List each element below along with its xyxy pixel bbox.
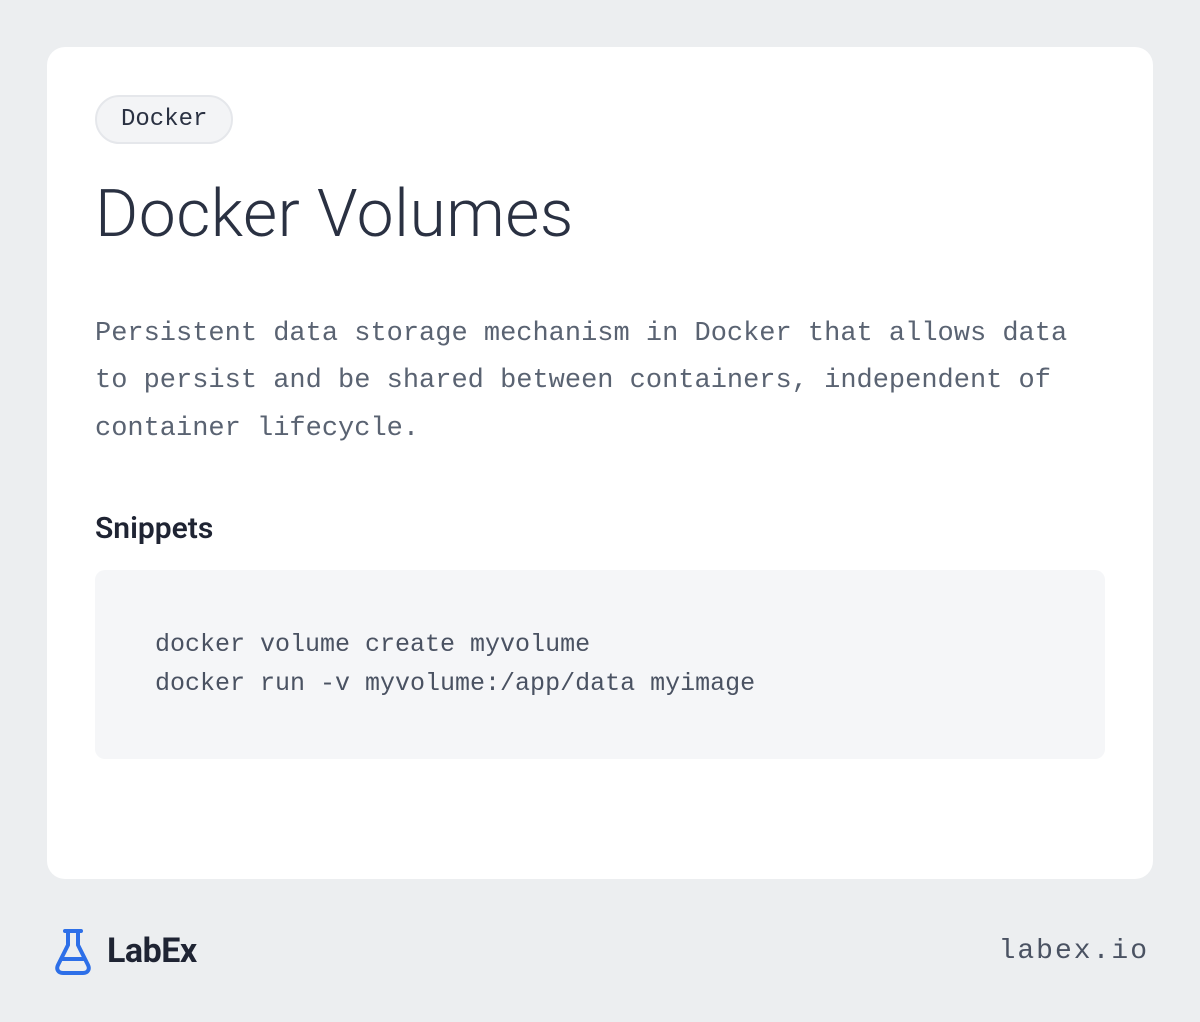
- snippets-heading: Snippets: [95, 511, 1105, 546]
- description-text: Persistent data storage mechanism in Doc…: [95, 311, 1105, 453]
- category-tag: Docker: [95, 95, 233, 144]
- code-snippet: docker volume create myvolume docker run…: [95, 570, 1105, 760]
- footer: LabEx labex.io: [47, 927, 1153, 975]
- flask-icon: [51, 927, 95, 975]
- site-url: labex.io: [999, 936, 1149, 967]
- page-title: Docker Volumes: [95, 176, 1105, 253]
- content-card: Docker Docker Volumes Persistent data st…: [47, 47, 1153, 879]
- brand-name: LabEx: [107, 931, 197, 971]
- brand: LabEx: [51, 927, 197, 975]
